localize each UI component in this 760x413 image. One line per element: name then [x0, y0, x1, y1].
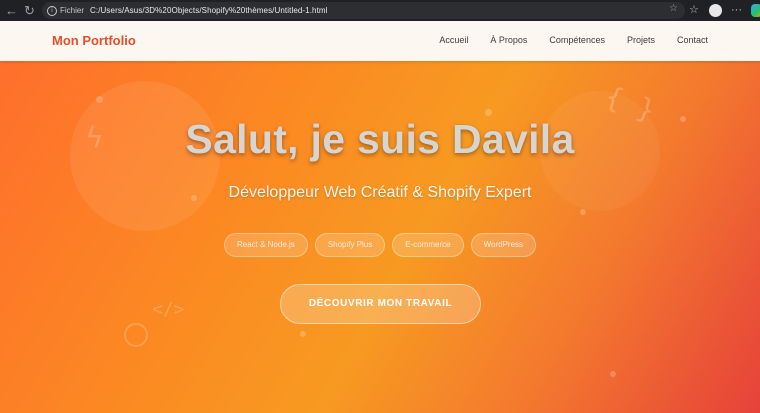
browser-toolbar: ← ↻ i Fichier C:/Users/Asus/3D%20Objects…	[0, 0, 760, 21]
decor-dot	[580, 209, 586, 215]
nav-a-propos[interactable]: À Propos	[490, 35, 527, 45]
nav-accueil[interactable]: Accueil	[439, 35, 468, 45]
copilot-icon[interactable]	[751, 4, 760, 17]
decor-dot	[300, 331, 306, 337]
code-icon: </>	[152, 299, 185, 320]
skill-chip: E-commerce	[392, 233, 464, 257]
more-menu-icon[interactable]: ···	[731, 3, 742, 18]
main-nav: Accueil À Propos Compétences Projets Con…	[417, 35, 708, 45]
decor-dot	[96, 96, 103, 103]
scheme-label: Fichier	[60, 6, 85, 15]
star-icon[interactable]: ☆	[669, 3, 678, 14]
site-logo[interactable]: Mon Portfolio	[52, 33, 136, 48]
profile-avatar[interactable]	[709, 4, 722, 17]
address-bar[interactable]: i Fichier C:/Users/Asus/3D%20Objects/Sho…	[42, 2, 685, 19]
nav-projets[interactable]: Projets	[627, 35, 655, 45]
favorites-icon[interactable]: ☆	[689, 3, 699, 18]
skill-chip: Shopify Plus	[314, 233, 386, 257]
decor-dot	[485, 109, 492, 116]
nav-competences[interactable]: Compétences	[549, 35, 605, 45]
url-text[interactable]: C:/Users/Asus/3D%20Objects/Shopify%20thè…	[90, 6, 328, 15]
hero-subtitle: Développeur Web Créatif & Shopify Expert	[228, 184, 532, 201]
skill-chips: React & Node.js Shopify Plus E-commerce …	[0, 233, 760, 257]
hero-title: Salut, je suis Davila	[185, 116, 575, 162]
discover-work-button[interactable]: DÉCOUVRIR MON TRAVAIL	[280, 284, 481, 324]
site-header: Mon Portfolio Accueil À Propos Compétenc…	[0, 21, 760, 61]
back-arrow-icon[interactable]: ←	[4, 3, 19, 18]
page-viewport: ϟ { } </> Mon Portfolio Accueil À Propos…	[0, 21, 760, 413]
gear-icon	[124, 323, 148, 347]
nav-contact[interactable]: Contact	[677, 35, 708, 45]
skill-chip: WordPress	[470, 233, 537, 257]
skill-chip: React & Node.js	[223, 233, 308, 257]
decor-dot	[610, 371, 616, 377]
info-icon[interactable]: i	[47, 5, 57, 16]
reload-icon[interactable]: ↻	[22, 3, 37, 18]
